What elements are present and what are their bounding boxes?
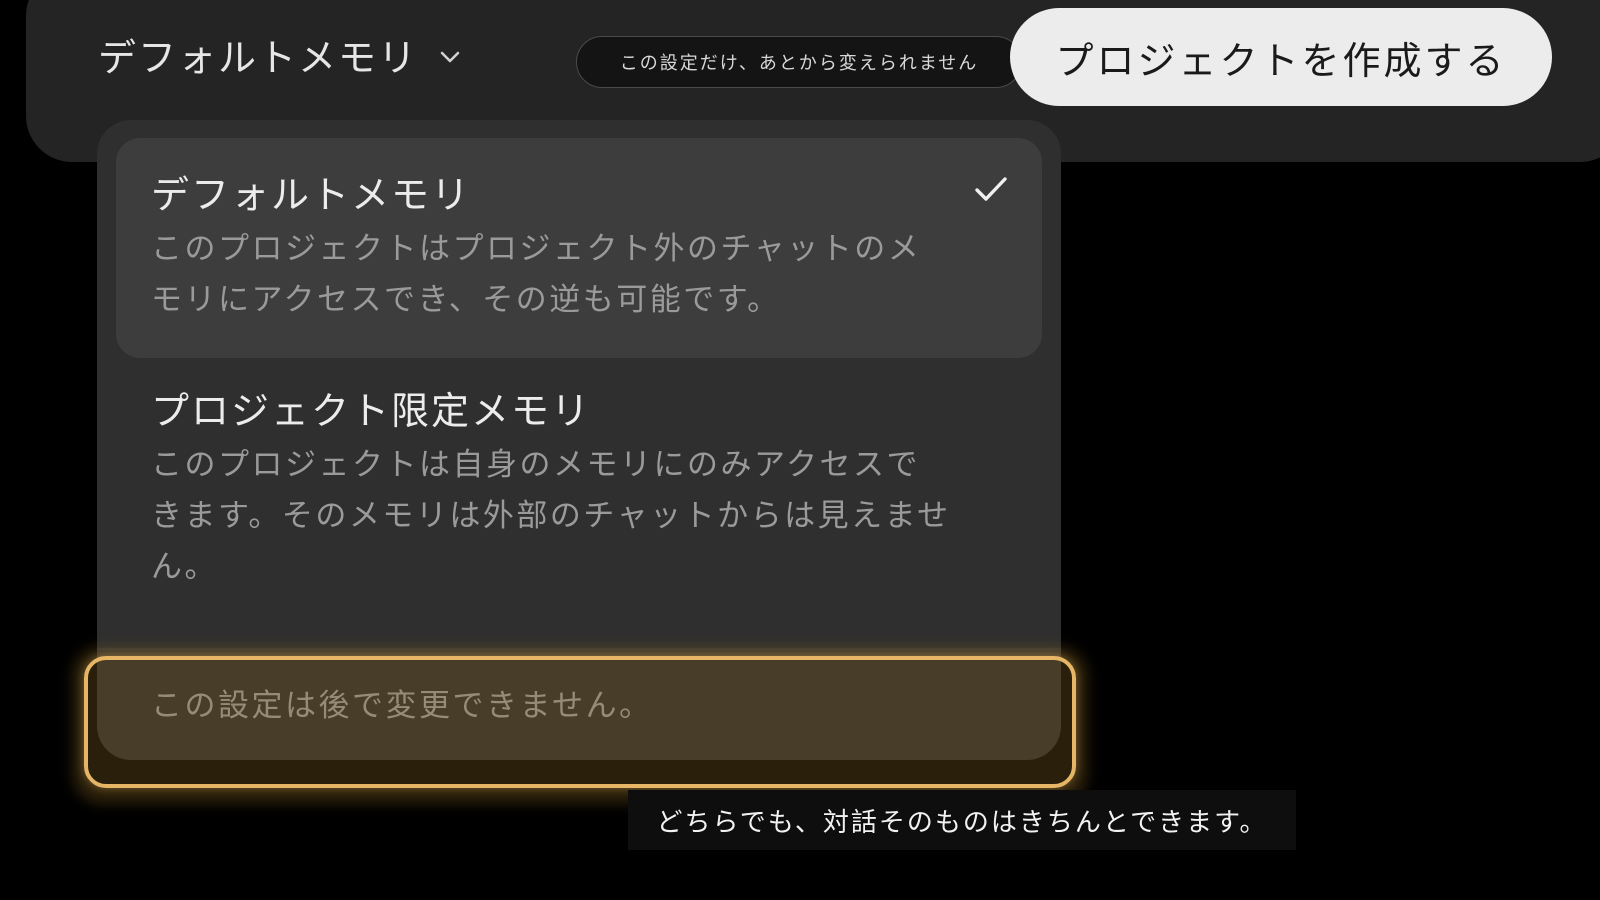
check-icon xyxy=(975,177,1007,201)
option-title: プロジェクト限定メモリ xyxy=(151,389,592,433)
highlight-frame xyxy=(84,656,1076,788)
option-project-only-memory[interactable]: プロジェクト限定メモリ このプロジェクトは自身のメモリにのみアクセスできます。そ… xyxy=(116,358,1042,618)
screen: デフォルトメモリ この設定だけ、あとから変えられません プロジェクトを作成する … xyxy=(0,0,1600,900)
option-description: このプロジェクトはプロジェクト外のチャットのメモリにアクセスでき、その逆も可能で… xyxy=(151,231,922,318)
option-description: このプロジェクトは自身のメモリにのみアクセスできます。そのメモリは外部のチャット… xyxy=(151,447,951,585)
memory-select-label: デフォルトメモリ xyxy=(98,35,419,80)
chevron-down-icon xyxy=(438,45,462,69)
memory-type-select[interactable]: デフォルトメモリ xyxy=(98,26,462,82)
irreversible-setting-badge: この設定だけ、あとから変えられません xyxy=(576,36,1022,88)
create-project-button[interactable]: プロジェクトを作成する xyxy=(1010,8,1552,106)
option-title: デフォルトメモリ xyxy=(151,173,472,217)
video-caption: どちらでも、対話そのものはきちんとできます。 xyxy=(628,790,1296,850)
option-default-memory[interactable]: デフォルトメモリ このプロジェクトはプロジェクト外のチャットのメモリにアクセスで… xyxy=(116,138,1042,358)
